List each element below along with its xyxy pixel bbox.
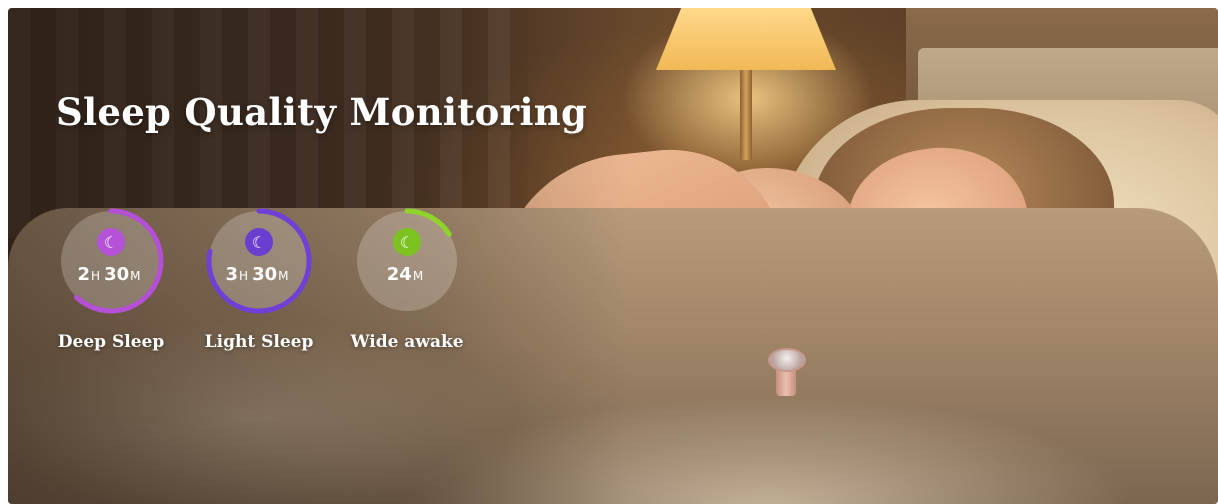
hours-unit: H [239,269,249,283]
hours-value: 2 [77,264,91,285]
moon-icon: ☾ [393,228,421,256]
minutes-unit: M [278,269,289,283]
metric-label: Wide awake [350,332,464,352]
metric-light-sleep: ☾ 3H 30M Light Sleep [204,206,314,352]
hours-unit: H [91,269,101,283]
metric-label: Light Sleep [204,332,314,352]
lamp-shade [656,8,836,70]
duration-value: 3H 30M [204,264,314,285]
ring-svg [58,208,164,314]
minutes-unit: M [130,269,141,283]
sleep-metrics: ☾ 2H30M Deep Sleep ☾ 3H30M Light Sleep [56,206,464,352]
metric-label: Deep Sleep [57,332,165,352]
minutes-unit: M [412,269,424,283]
duration-value: 24M [352,264,462,285]
moon-icon: ☾ [97,228,125,256]
progress-ring: ☾ 3H 30M [204,206,314,316]
page-title: Sleep Quality Monitoring [56,90,588,134]
duration-value: 2H 30M [56,264,166,285]
minutes-value: 30 [252,264,278,285]
metric-wide-awake: ☾ 24M Wide awake [350,206,464,352]
ring-svg [354,208,460,314]
lamp-stem [740,70,752,160]
hero-banner: Sleep Quality Monitoring ☾ 2H 30M Deep Sl… [8,8,1218,504]
moon-stars-icon: ☾ [245,228,273,256]
minutes-value: 24 [386,264,412,285]
progress-ring: ☾ 2H 30M [56,206,166,316]
minutes-value: 30 [104,264,130,285]
metric-deep-sleep: ☾ 2H 30M Deep Sleep [56,206,166,352]
smartwatch [768,348,806,372]
ring-svg [206,208,312,314]
progress-ring: ☾ 24M [352,206,462,316]
hours-value: 3 [225,264,239,285]
